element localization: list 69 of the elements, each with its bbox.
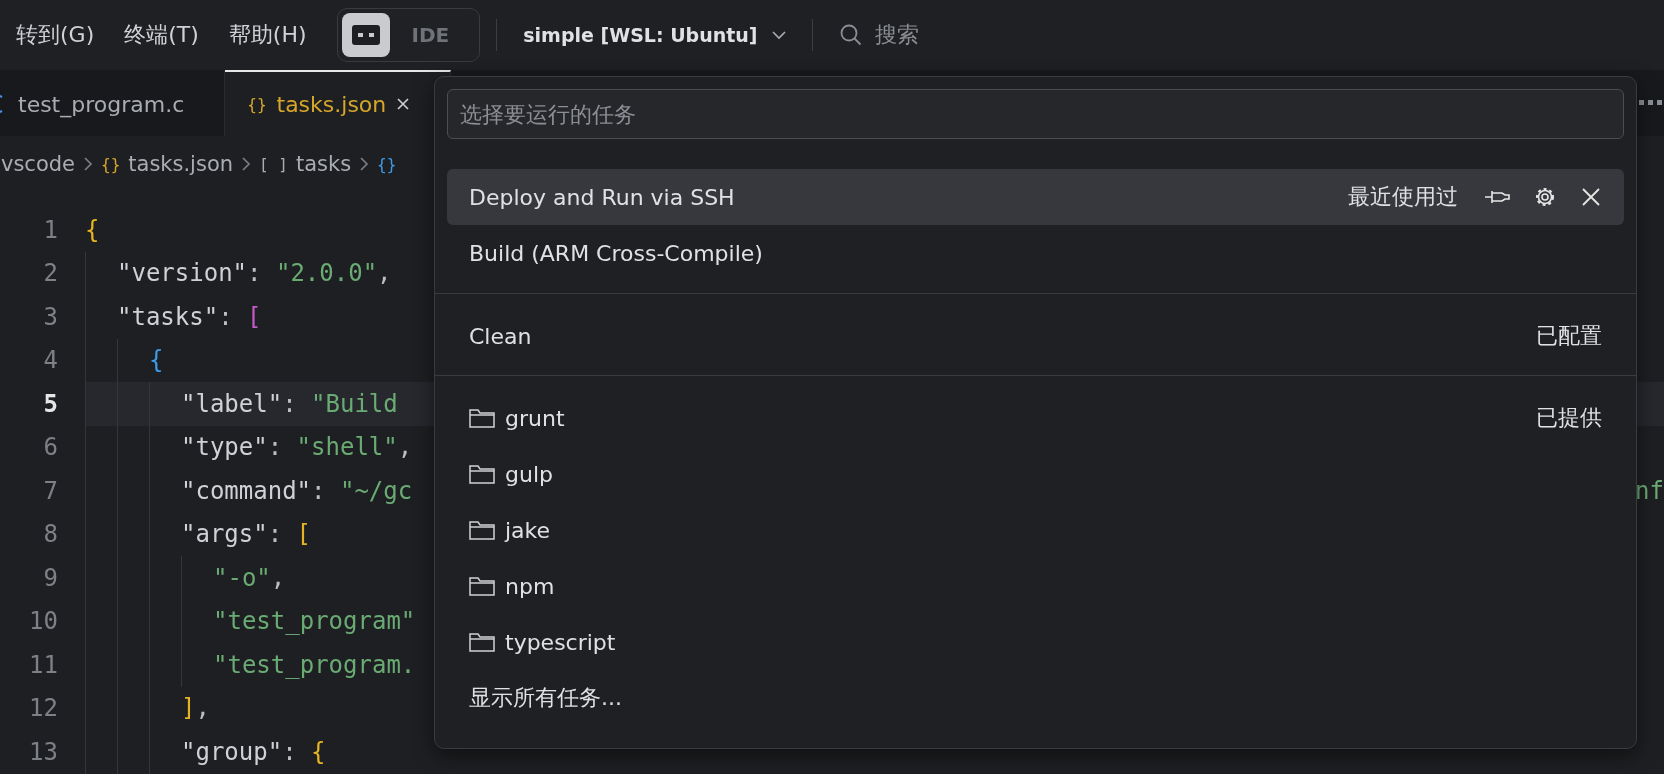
code-text: "version": "2.0.0", [117,259,392,288]
code-text: "tasks": [ [117,302,262,331]
code-text: "command": "~/gc [181,476,413,505]
line-number: 11 [28,650,58,679]
code-text: { [85,215,100,244]
folder-icon [469,520,495,540]
chevron-right-icon [83,156,93,172]
task-item[interactable]: 显示所有任务... [447,670,1624,726]
breadcrumb-item[interactable]: tasks [295,152,352,176]
task-item[interactable]: gulp [447,446,1624,502]
code-text: "label": "Build [181,389,398,418]
task-item[interactable]: npm [447,558,1624,614]
ide-label: IDE [410,23,451,47]
editor-tab[interactable]: {} tasks.json [225,70,452,136]
chevron-down-icon [771,30,786,40]
brackets-icon: [ ] [259,154,288,174]
close-icon[interactable] [396,97,411,111]
line-number: 7 [42,476,58,505]
code-text: { [149,346,164,375]
task-tag: 已提供 [1536,403,1602,433]
code-text: "group": { [181,737,326,766]
breadcrumb-item[interactable]: tasks.json [128,152,234,176]
code-text: "test_program. [213,650,416,679]
task-item[interactable]: Build (ARM Cross-Compile) [447,225,1624,281]
line-number: 1 [42,215,58,244]
line-number: 13 [28,737,58,766]
task-tag: 最近使用过 [1348,182,1458,212]
panel-icon [350,24,381,46]
line-number: 5 [42,389,58,418]
close-icon[interactable] [1580,186,1602,208]
task-item[interactable]: Deploy and Run via SSH 最近使用过 [447,169,1624,225]
folder-icon [469,408,495,428]
line-number: 12 [28,694,58,723]
line-number: 3 [42,302,58,331]
line-number: 8 [42,520,58,549]
line-number: 2 [42,259,58,288]
code-text: "args": [ [181,520,312,549]
folder-icon [469,576,495,596]
task-search-field[interactable]: 选择要运行的任务 [447,89,1624,139]
search-icon [838,23,863,47]
task-item[interactable]: jake [447,502,1624,558]
code-text: "test_program" [213,607,416,636]
chevron-right-icon [241,156,252,172]
task-item[interactable]: Clean 已配置 [447,308,1624,364]
task-item[interactable]: typescript [447,614,1624,670]
code-text: ], [181,694,210,723]
task-item[interactable]: grunt 已提供 [447,390,1624,446]
task-tag: 已配置 [1536,321,1602,351]
code-text: "type": "shell", [181,433,413,462]
line-number: 10 [28,607,58,636]
code-text: nf [1635,476,1664,505]
code-text: "-o", [213,563,286,592]
line-number: 6 [42,433,58,462]
more-icon[interactable] [1639,100,1662,105]
menu-item[interactable]: 转到(G) [16,20,95,50]
search-field[interactable]: 搜索 [828,20,929,50]
menu-item[interactable]: 帮助(H) [228,20,307,50]
workspace-selector[interactable]: simple [WSL: Ubuntu] [513,24,796,46]
editor-tab[interactable]: test_program.c [0,70,226,136]
folder-icon [469,632,495,652]
menu-item[interactable]: 终端(T) [124,20,199,50]
folder-icon [469,464,495,484]
chevron-right-icon [359,156,370,172]
braces-icon: {} [377,154,397,174]
braces-icon: {} [101,154,121,174]
breadcrumb-item[interactable]: vscode [1,152,75,176]
line-number: 4 [42,346,58,375]
braces-icon: {} [247,94,267,114]
line-number: 9 [42,563,58,592]
